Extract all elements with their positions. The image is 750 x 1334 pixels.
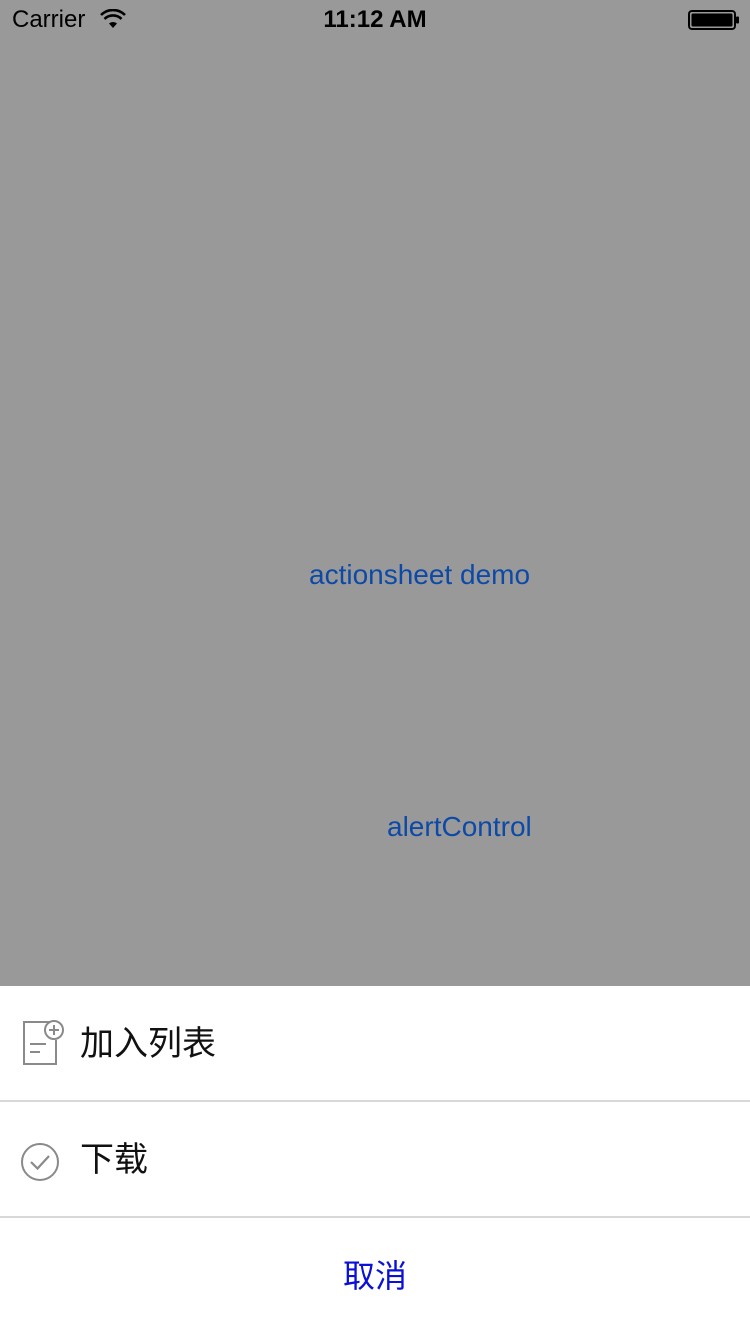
status-time: 11:12 AM xyxy=(323,6,427,33)
battery-icon xyxy=(688,10,739,30)
cancel-button[interactable]: 取消 xyxy=(0,1218,750,1334)
action-sheet-item-download[interactable]: 下载 xyxy=(0,1102,750,1216)
checkmark-circle-icon xyxy=(21,1143,59,1181)
alert-control-button[interactable]: alertControl xyxy=(387,810,532,844)
status-bar: Carrier 11:12 AM xyxy=(0,0,750,40)
action-sheet-item-label: 加入列表 xyxy=(80,1025,216,1063)
add-to-list-icon xyxy=(23,1020,64,1065)
actionsheet-demo-button[interactable]: actionsheet demo xyxy=(309,558,530,592)
cancel-label: 取消 xyxy=(342,1258,407,1294)
action-sheet-item-label: 下载 xyxy=(80,1141,148,1179)
action-sheet-item-add-to-list[interactable]: 加入列表 xyxy=(0,986,750,1100)
action-sheet: 加入列表 下载 取消 xyxy=(0,986,750,1334)
